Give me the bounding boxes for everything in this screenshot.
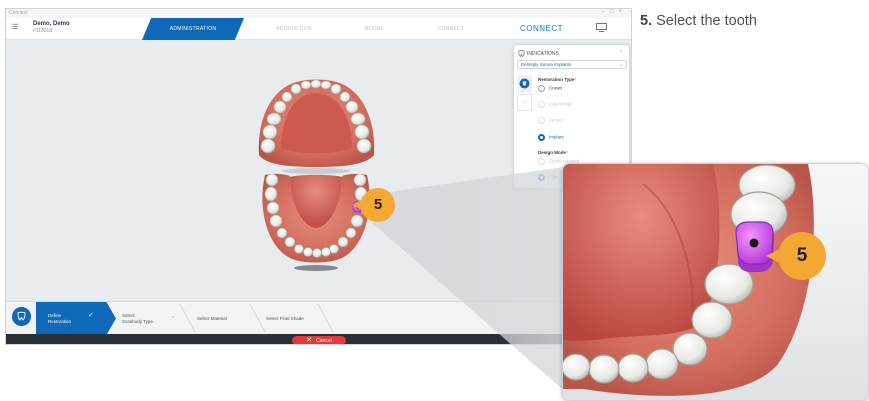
zoom-step-callout: 5 xyxy=(778,232,826,280)
instruction-caption: 5. Select the tooth xyxy=(640,13,757,29)
zoom-inset xyxy=(562,163,869,401)
zoomed-tooth-view xyxy=(563,164,868,400)
caption-text: Select the tooth xyxy=(656,13,757,29)
callout-pointer-icon xyxy=(352,199,364,211)
zoom-callout-pointer-icon xyxy=(766,249,780,263)
caption-step-number: 5. xyxy=(640,13,653,29)
step-callout: 5 xyxy=(361,188,395,222)
